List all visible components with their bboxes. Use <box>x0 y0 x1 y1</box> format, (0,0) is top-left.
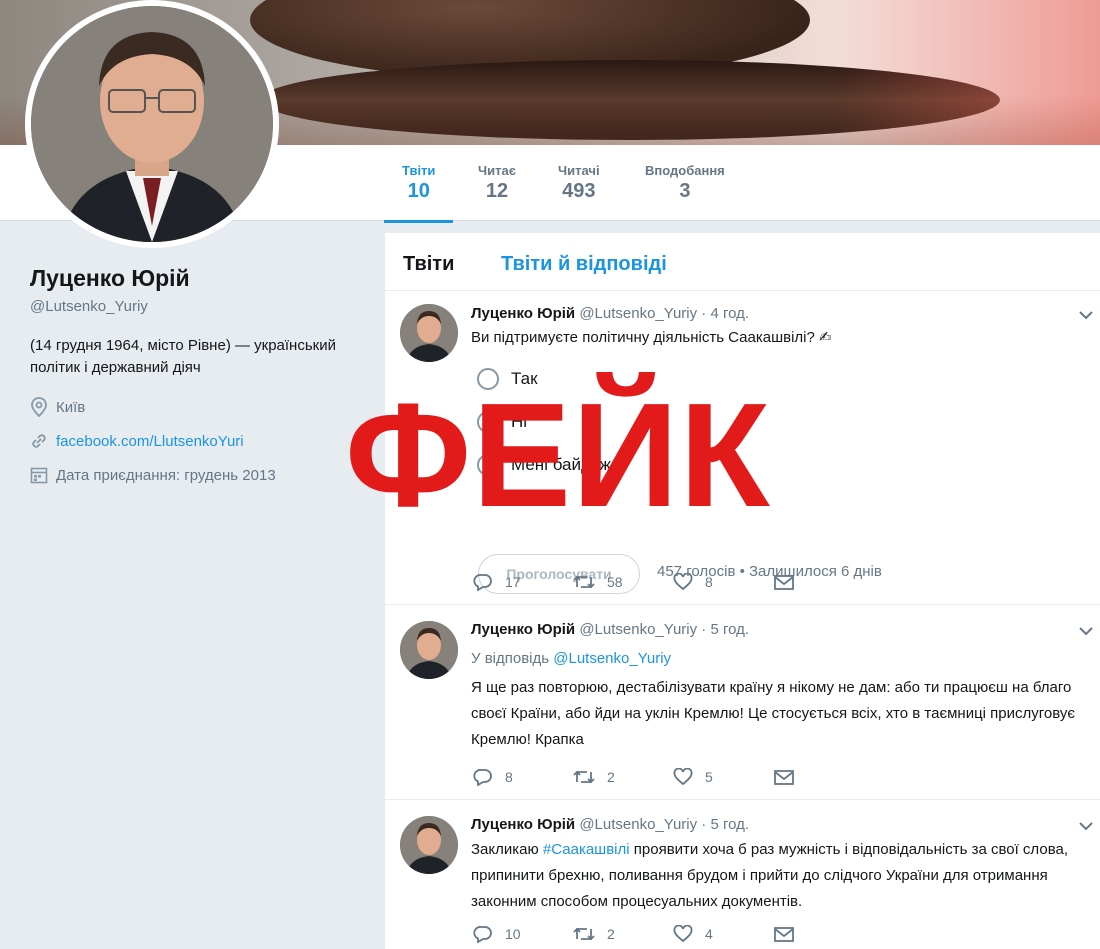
reply-action[interactable]: 10 <box>473 925 573 943</box>
timeline-tabs: Твіти Твіти й відповіді <box>385 233 1100 291</box>
like-count: 5 <box>705 769 713 785</box>
retweet-count: 2 <box>607 926 615 942</box>
heart-icon <box>673 925 693 943</box>
heart-icon <box>673 768 693 786</box>
tweet-author[interactable]: Луценко Юрій <box>471 816 575 833</box>
active-tab-indicator <box>384 220 454 223</box>
tweet-text-start: Закликаю <box>471 841 539 858</box>
stat-value: 493 <box>562 180 596 202</box>
tweet-header: Луценко Юрій @Lutsenko_Yuriy · 4 год. <box>471 305 749 322</box>
avatar-portrait-icon <box>400 816 458 874</box>
stat-label: Читає <box>478 163 516 178</box>
chevron-down-icon[interactable] <box>1078 307 1094 323</box>
reply-count: 8 <box>505 769 513 785</box>
envelope-icon <box>774 770 794 785</box>
reply-count: 10 <box>505 926 521 942</box>
tweet-meta[interactable]: @Lutsenko_Yuriy · 5 год. <box>579 816 749 833</box>
reply-icon <box>473 574 492 591</box>
banner-red-accent <box>840 0 1100 145</box>
reply-context: У відповідь @Lutsenko_Yuriy <box>471 650 671 667</box>
profile-bio: (14 грудня 1964, місто Рівне) — українсь… <box>30 337 336 376</box>
tweet-avatar[interactable] <box>400 304 458 362</box>
avatar-photo <box>31 6 273 242</box>
avatar-portrait-icon <box>400 621 458 679</box>
tweet-meta[interactable]: @Lutsenko_Yuriy · 5 год. <box>579 621 749 638</box>
envelope-icon <box>774 575 794 590</box>
avatar-portrait-icon <box>31 6 273 242</box>
profile-joined: Дата приєднання: грудень 2013 <box>30 465 370 485</box>
retweet-action[interactable]: 2 <box>573 925 673 943</box>
retweet-action[interactable]: 2 <box>573 768 673 786</box>
stat-value: 12 <box>485 180 509 202</box>
stat-following[interactable]: Читає 12 <box>478 163 516 203</box>
chevron-down-icon[interactable] <box>1078 818 1094 834</box>
retweet-icon <box>573 770 595 784</box>
tweet-header: Луценко Юрій @Lutsenko_Yuriy · 5 год. <box>471 816 749 833</box>
tweet-text: Ви підтримуєте політичну діяльність Саак… <box>471 329 832 346</box>
tab-tweets[interactable]: Твіти <box>403 253 454 276</box>
stat-tweets[interactable]: Твіти 10 <box>384 163 454 223</box>
reply-count: 17 <box>505 574 521 590</box>
calendar-icon <box>30 467 48 484</box>
chevron-down-icon[interactable] <box>1078 623 1094 639</box>
message-action[interactable] <box>773 573 873 591</box>
tweet-header: Луценко Юрій @Lutsenko_Yuriy · 5 год. <box>471 621 749 638</box>
tweet-meta[interactable]: @Lutsenko_Yuriy · 4 год. <box>579 305 749 322</box>
retweet-icon <box>573 927 595 941</box>
tweet-text: Я ще раз повторюю, дестабілізувати країн… <box>471 679 1076 748</box>
reply-icon <box>473 769 492 786</box>
profile-name: Луценко Юрій <box>30 265 190 291</box>
profile-avatar[interactable] <box>25 0 279 248</box>
tweet[interactable]: Луценко Юрій @Lutsenko_Yuriy · 5 год. За… <box>385 800 1100 949</box>
reply-action[interactable]: 17 <box>473 573 573 591</box>
tweet-actions: 10 2 4 <box>473 925 873 943</box>
like-action[interactable]: 4 <box>673 925 773 943</box>
fake-stamp: ФЕЙК <box>345 373 771 538</box>
reply-action[interactable]: 8 <box>473 768 573 786</box>
link-icon <box>32 434 46 448</box>
stat-label: Читачі <box>558 163 600 178</box>
heart-icon <box>673 573 693 591</box>
website-link[interactable]: facebook.com/LlutsenkoYuri <box>56 433 244 450</box>
tweet-text: Закликаю #Саакашвілі проявити хоча б раз… <box>471 837 1091 915</box>
retweet-count: 2 <box>607 769 615 785</box>
tweet[interactable]: Луценко Юрій @Lutsenko_Yuriy · 5 год. У … <box>385 605 1100 800</box>
stat-followers[interactable]: Читачі 493 <box>558 163 600 203</box>
hashtag-link[interactable]: #Саакашвілі <box>543 841 630 858</box>
like-action[interactable]: 8 <box>673 573 773 591</box>
tweet-avatar[interactable] <box>400 816 458 874</box>
profile-website: facebook.com/LlutsenkoYuri <box>30 431 370 451</box>
tab-tweets-and-replies[interactable]: Твіти й відповіді <box>501 253 667 276</box>
profile-card: Луценко Юрій @Lutsenko_Yuriy (14 грудня … <box>30 265 370 485</box>
retweet-action[interactable]: 58 <box>573 573 673 591</box>
tweet-author[interactable]: Луценко Юрій <box>471 305 575 322</box>
stat-label: Твіти <box>402 163 436 178</box>
message-action[interactable] <box>773 768 873 786</box>
stat-likes[interactable]: Вподобання 3 <box>645 163 725 203</box>
like-action[interactable]: 5 <box>673 768 773 786</box>
tweet-avatar[interactable] <box>400 621 458 679</box>
stat-value: 10 <box>407 180 430 202</box>
like-count: 8 <box>705 574 713 590</box>
avatar-portrait-icon <box>400 304 458 362</box>
location-pin-icon <box>31 397 47 417</box>
retweet-icon <box>573 575 595 589</box>
reply-to-link[interactable]: @Lutsenko_Yuriy <box>553 650 671 667</box>
profile-location: Київ <box>30 397 370 417</box>
joined-text: Дата приєднання: грудень 2013 <box>56 466 276 484</box>
location-text: Київ <box>56 398 86 416</box>
tweet-actions: 8 2 5 <box>473 768 873 786</box>
retweet-count: 58 <box>607 574 623 590</box>
reply-icon <box>473 926 492 943</box>
tweet-author[interactable]: Луценко Юрій <box>471 621 575 638</box>
message-action[interactable] <box>773 925 873 943</box>
stat-value: 3 <box>679 180 691 202</box>
profile-handle: @Lutsenko_Yuriy <box>30 298 148 315</box>
stat-label: Вподобання <box>645 163 725 178</box>
like-count: 4 <box>705 926 713 942</box>
timeline: Твіти Твіти й відповіді Луценко Юрій @Lu… <box>385 233 1100 949</box>
reply-prefix: У відповідь <box>471 650 550 667</box>
tweet-actions: 17 58 8 <box>473 573 873 591</box>
envelope-icon <box>774 927 794 942</box>
